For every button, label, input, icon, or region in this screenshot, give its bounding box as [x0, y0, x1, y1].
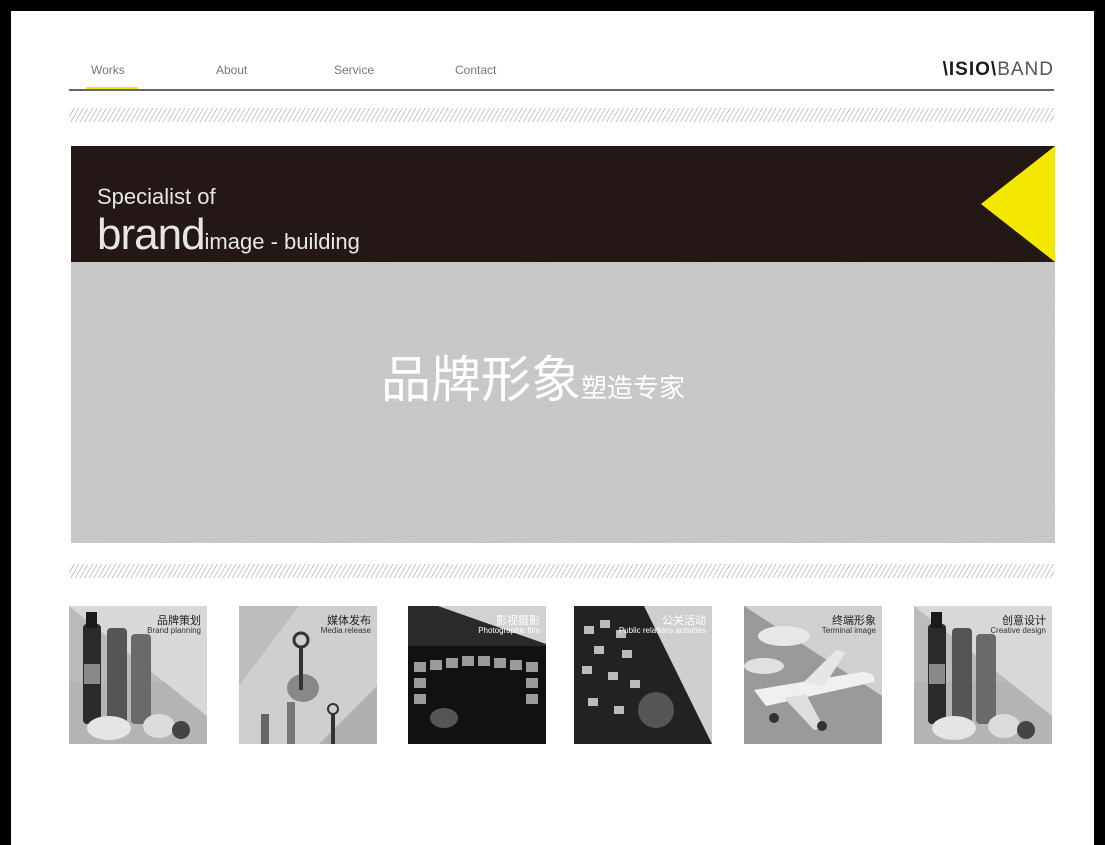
service-tile-media-release[interactable]: 媒体发布 Media release	[239, 606, 377, 744]
slogan-sub: 塑造专家	[581, 374, 686, 404]
hero-chinese-slogan: 品牌形象塑造专家	[381, 340, 685, 412]
tagline-rest: image - building	[204, 229, 360, 254]
service-tile-public-relations[interactable]: 公关活动 Public relations activities	[574, 606, 712, 744]
service-title-en: Terminal image	[821, 626, 876, 635]
nav-service[interactable]: Service	[334, 63, 374, 77]
nav-divider	[69, 89, 1054, 91]
nav-about[interactable]: About	[216, 63, 247, 77]
service-title-en: Media release	[320, 626, 371, 635]
service-title-en: Photographic film	[478, 626, 540, 635]
top-nav: Works About Service Contact \ISIO\BAND	[69, 59, 1054, 91]
service-tiles: 品牌策划 Brand planning 媒体发布 Media release 影…	[69, 606, 1054, 744]
service-tile-photographic-film[interactable]: 影视摄影 Photographic film	[408, 606, 546, 744]
hatch-divider-top	[69, 108, 1054, 122]
hero-image-area: 品牌形象塑造专家	[71, 262, 1055, 543]
service-title-en: Creative design	[990, 626, 1046, 635]
hero-header: Specialist of brandimage - building	[71, 146, 1055, 262]
nav-contact[interactable]: Contact	[455, 63, 496, 77]
hatch-divider-bottom	[69, 564, 1054, 578]
logo-light-text: BAND	[997, 59, 1054, 80]
logo[interactable]: \ISIO\BAND	[943, 59, 1054, 81]
tagline-big: brandimage - building	[97, 210, 360, 260]
service-tile-terminal-image[interactable]: 终端形象 Terminal image	[744, 606, 882, 744]
logo-bold-text: \ISIO\	[942, 59, 998, 80]
nav-works[interactable]: Works	[91, 63, 125, 77]
service-tile-brand-planning[interactable]: 品牌策划 Brand planning	[69, 606, 207, 744]
tagline-small: Specialist of	[97, 184, 216, 209]
service-tile-creative-design[interactable]: 创意设计 Creative design	[914, 606, 1052, 744]
service-title-en: Public relations activities	[618, 626, 706, 635]
service-title-en: Brand planning	[147, 626, 201, 635]
yellow-triangle-icon	[981, 146, 1055, 262]
page: Works About Service Contact \ISIO\BAND S…	[11, 11, 1094, 845]
tagline-brand: brand	[97, 210, 206, 259]
slogan-main: 品牌形象	[381, 351, 581, 409]
hero-banner: Specialist of brandimage - building 品牌形象…	[71, 146, 1055, 543]
